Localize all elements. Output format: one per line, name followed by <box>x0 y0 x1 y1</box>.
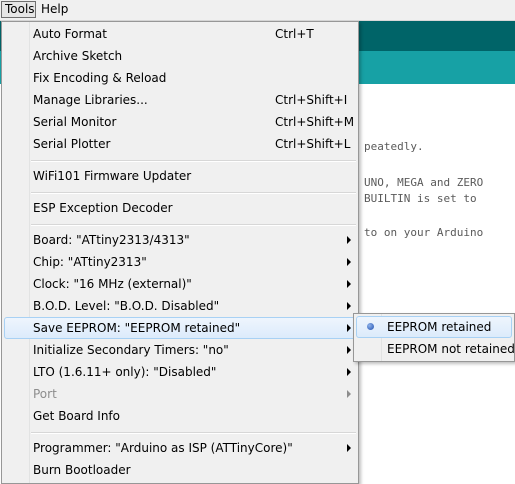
menu-item-label: Initialize Secondary Timers: "no" <box>33 343 229 357</box>
menu-separator <box>31 432 356 434</box>
menu-bar: Tools Help <box>0 0 515 21</box>
submenu-arrow-icon <box>347 324 351 332</box>
submenu-arrow-icon <box>347 236 351 244</box>
menu-item-shortcut: Ctrl+Shift+I <box>275 93 348 107</box>
menu-item-initialize-secondary-timers[interactable]: Initialize Secondary Timers: "no" <box>4 339 356 361</box>
menu-item-shortcut: Ctrl+T <box>275 27 314 41</box>
submenu-arrow-icon <box>347 346 351 354</box>
menu-item-get-board-info[interactable]: Get Board Info <box>4 405 356 427</box>
menu-item-label: ESP Exception Decoder <box>33 201 173 215</box>
menu-item-wifi101-updater[interactable]: WiFi101 Firmware Updater <box>4 165 356 187</box>
menu-item-clock[interactable]: Clock: "16 MHz (external)" <box>4 273 356 295</box>
submenu-item-eeprom-retained[interactable]: EEPROM retained <box>356 316 512 338</box>
menu-item-programmer[interactable]: Programmer: "Arduino as ISP (ATTinyCore)… <box>4 437 356 459</box>
menu-separator <box>31 224 356 226</box>
code-line: UNO, MEGA and ZERO <box>364 176 484 189</box>
submenu-arrow-icon <box>347 390 351 398</box>
code-line: to on your Arduino <box>364 226 484 239</box>
menu-item-lto[interactable]: LTO (1.6.11+ only): "Disabled" <box>4 361 356 383</box>
submenu-arrow-icon <box>347 258 351 266</box>
submenu-item-label: EEPROM retained <box>387 320 492 334</box>
menu-help[interactable]: Help <box>38 1 70 18</box>
menu-item-esp-exception-decoder[interactable]: ESP Exception Decoder <box>4 197 356 219</box>
menu-item-archive-sketch[interactable]: Archive Sketch <box>4 45 356 67</box>
radio-selected-icon <box>367 323 374 330</box>
menu-item-label: WiFi101 Firmware Updater <box>33 169 192 183</box>
menu-item-label: Chip: "ATtiny2313" <box>33 255 147 269</box>
menu-item-label: Clock: "16 MHz (external)" <box>33 277 192 291</box>
submenu-item-eeprom-not-retained[interactable]: EEPROM not retained <box>356 338 515 360</box>
menu-item-label: Auto Format <box>33 27 107 41</box>
menu-item-port: Port <box>4 383 356 405</box>
menu-item-board[interactable]: Board: "ATtiny2313/4313" <box>4 229 356 251</box>
code-line: BUILTIN is set to <box>364 192 477 205</box>
menu-item-label: Serial Monitor <box>33 115 117 129</box>
code-line: peatedly. <box>364 140 424 153</box>
submenu-arrow-icon <box>347 302 351 310</box>
menu-item-shortcut: Ctrl+Shift+L <box>275 137 351 151</box>
menu-item-burn-bootloader[interactable]: Burn Bootloader <box>4 459 356 481</box>
menu-item-chip[interactable]: Chip: "ATtiny2313" <box>4 251 356 273</box>
menu-item-shortcut: Ctrl+Shift+M <box>275 115 355 129</box>
menu-item-label: Board: "ATtiny2313/4313" <box>33 233 190 247</box>
menu-item-label: Port <box>33 387 57 401</box>
menu-item-fix-encoding[interactable]: Fix Encoding & Reload <box>4 67 356 89</box>
menu-item-save-eeprom[interactable]: Save EEPROM: "EEPROM retained" <box>4 317 356 339</box>
menu-tools[interactable]: Tools <box>1 1 36 18</box>
submenu-arrow-icon <box>347 368 351 376</box>
menu-item-label: Manage Libraries... <box>33 93 148 107</box>
menu-item-label: Get Board Info <box>33 409 120 423</box>
menu-item-manage-libraries[interactable]: Manage Libraries... Ctrl+Shift+I <box>4 89 356 111</box>
menu-item-bod-level[interactable]: B.O.D. Level: "B.O.D. Disabled" <box>4 295 356 317</box>
menu-separator <box>31 160 356 162</box>
tools-dropdown-menu: Auto Format Ctrl+T Archive Sketch Fix En… <box>1 21 359 484</box>
menu-item-auto-format[interactable]: Auto Format Ctrl+T <box>4 23 356 45</box>
submenu-item-label: EEPROM not retained <box>387 342 515 356</box>
menu-separator <box>31 192 356 194</box>
menu-item-label: Archive Sketch <box>33 49 123 63</box>
menu-item-serial-monitor[interactable]: Serial Monitor Ctrl+Shift+M <box>4 111 356 133</box>
submenu-arrow-icon <box>347 444 351 452</box>
menu-item-label: Fix Encoding & Reload <box>33 71 167 85</box>
submenu-arrow-icon <box>347 280 351 288</box>
menu-item-label: Save EEPROM: "EEPROM retained" <box>33 321 241 335</box>
menu-item-label: Serial Plotter <box>33 137 111 151</box>
menu-item-label: Burn Bootloader <box>33 463 131 477</box>
eeprom-submenu: EEPROM retained EEPROM not retained <box>353 313 515 362</box>
menu-item-label: B.O.D. Level: "B.O.D. Disabled" <box>33 299 220 313</box>
menu-item-serial-plotter[interactable]: Serial Plotter Ctrl+Shift+L <box>4 133 356 155</box>
menu-item-label: Programmer: "Arduino as ISP (ATTinyCore)… <box>33 441 293 455</box>
menu-item-label: LTO (1.6.11+ only): "Disabled" <box>33 365 217 379</box>
